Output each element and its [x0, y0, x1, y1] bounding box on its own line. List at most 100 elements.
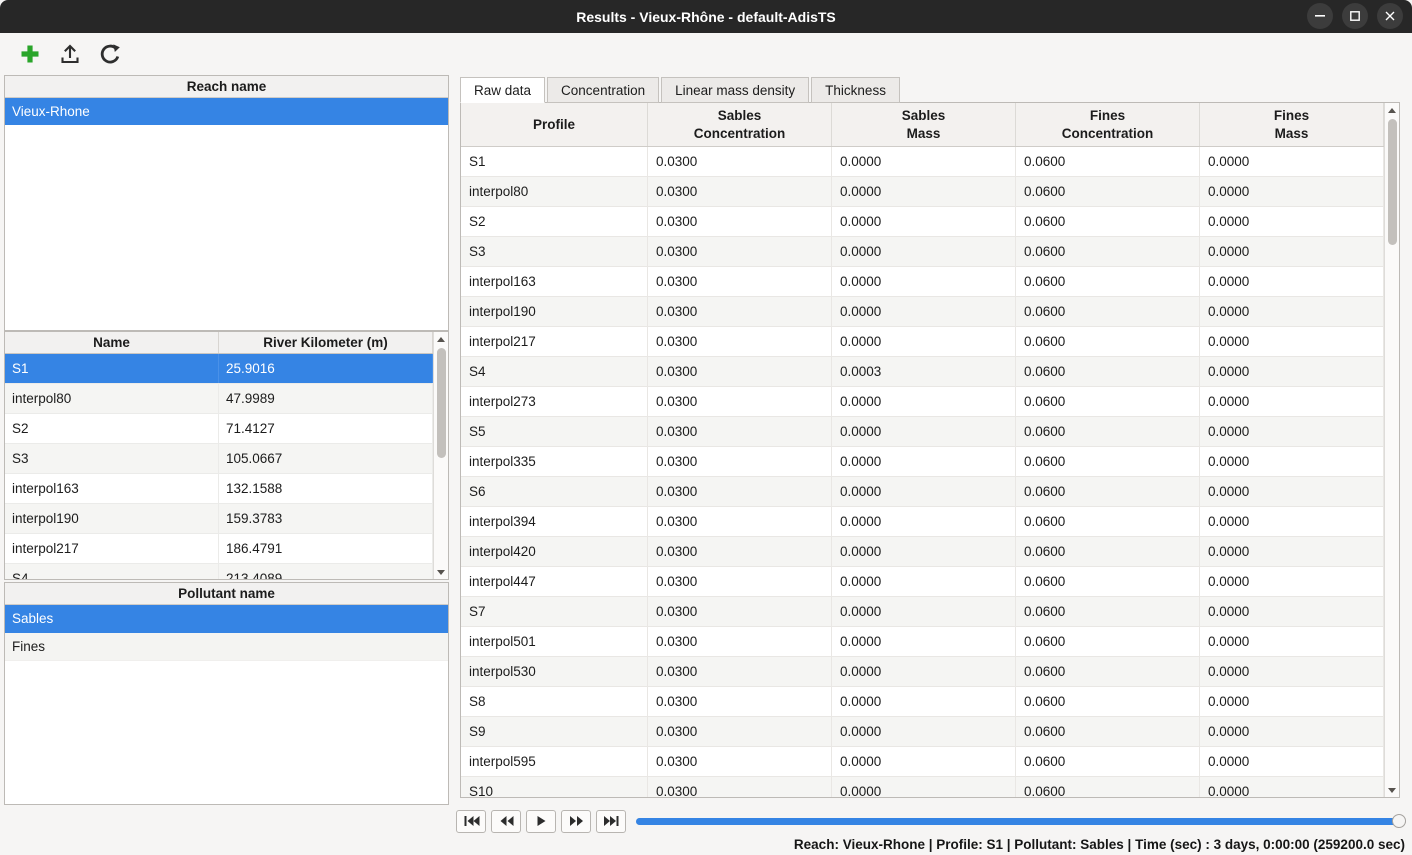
table-row[interactable]: S8 0.0300 0.0000 0.0600 0.0000 — [461, 687, 1384, 717]
profile-km-cell: 71.4127 — [219, 414, 433, 443]
fast-forward-button[interactable] — [561, 810, 591, 833]
fines-concentration-cell: 0.0600 — [1016, 447, 1200, 476]
column-header-sables-concentration[interactable]: Sables Concentration — [648, 103, 832, 146]
play-button[interactable] — [526, 810, 556, 833]
pollutant-list: Sables Fines — [5, 605, 448, 661]
minimize-button[interactable] — [1307, 3, 1333, 29]
table-row[interactable]: interpol217 0.0300 0.0000 0.0600 0.0000 — [461, 327, 1384, 357]
tab-label: Raw data — [474, 83, 531, 98]
table-row[interactable]: S1 0.0300 0.0000 0.0600 0.0000 — [461, 147, 1384, 177]
refresh-button[interactable] — [94, 38, 126, 70]
scroll-up-icon[interactable] — [434, 332, 449, 346]
sables-concentration-cell: 0.0300 — [648, 177, 832, 206]
sables-concentration-cell: 0.0300 — [648, 207, 832, 236]
sables-concentration-cell: 0.0300 — [648, 537, 832, 566]
profile-row[interactable]: interpol217 186.4791 — [5, 534, 433, 564]
profile-cell: S5 — [461, 417, 648, 446]
scrollbar-thumb[interactable] — [1388, 119, 1397, 245]
profile-row[interactable]: interpol163 132.1588 — [5, 474, 433, 504]
sables-mass-cell: 0.0000 — [832, 597, 1016, 626]
profiles-table-header: Name River Kilometer (m) — [5, 332, 448, 354]
export-button[interactable] — [54, 38, 86, 70]
table-row[interactable]: interpol530 0.0300 0.0000 0.0600 0.0000 — [461, 657, 1384, 687]
table-row[interactable]: interpol335 0.0300 0.0000 0.0600 0.0000 — [461, 447, 1384, 477]
rewind-button[interactable] — [491, 810, 521, 833]
data-table-scrollbar[interactable] — [1384, 103, 1399, 797]
fines-concentration-cell: 0.0600 — [1016, 597, 1200, 626]
profile-row[interactable]: interpol80 47.9989 — [5, 384, 433, 414]
reach-panel: Reach name Vieux-Rhone — [4, 75, 449, 331]
sables-mass-cell: 0.0000 — [832, 177, 1016, 206]
tab[interactable]: Linear mass density — [661, 77, 809, 103]
scrollbar-thumb[interactable] — [437, 348, 446, 458]
profile-cell: interpol217 — [461, 327, 648, 356]
table-row[interactable]: interpol595 0.0300 0.0000 0.0600 0.0000 — [461, 747, 1384, 777]
sables-mass-cell: 0.0000 — [832, 477, 1016, 506]
column-header-fines-mass[interactable]: Fines Mass — [1200, 103, 1384, 146]
close-button[interactable] — [1377, 3, 1403, 29]
scroll-up-icon[interactable] — [1385, 103, 1400, 117]
sables-mass-cell: 0.0000 — [832, 567, 1016, 596]
scrollbar-track[interactable] — [1385, 117, 1399, 783]
scroll-down-icon[interactable] — [434, 565, 449, 579]
table-row[interactable]: interpol501 0.0300 0.0000 0.0600 0.0000 — [461, 627, 1384, 657]
table-row[interactable]: interpol394 0.0300 0.0000 0.0600 0.0000 — [461, 507, 1384, 537]
add-button[interactable] — [14, 38, 46, 70]
table-row[interactable]: S6 0.0300 0.0000 0.0600 0.0000 — [461, 477, 1384, 507]
column-header-river-km[interactable]: River Kilometer (m) — [219, 332, 433, 353]
column-header-name[interactable]: Name — [5, 332, 219, 353]
table-row[interactable]: S4 0.0300 0.0003 0.0600 0.0000 — [461, 357, 1384, 387]
column-header-sables-mass[interactable]: Sables Mass — [832, 103, 1016, 146]
pollutant-list-item[interactable]: Sables — [5, 605, 448, 633]
fines-mass-cell: 0.0000 — [1200, 627, 1384, 656]
table-row[interactable]: S5 0.0300 0.0000 0.0600 0.0000 — [461, 417, 1384, 447]
skip-to-end-button[interactable] — [596, 810, 626, 833]
profile-row[interactable]: S2 71.4127 — [5, 414, 433, 444]
maximize-button[interactable] — [1342, 3, 1368, 29]
tab[interactable]: Thickness — [811, 77, 900, 103]
sables-mass-cell: 0.0000 — [832, 537, 1016, 566]
sables-concentration-cell: 0.0300 — [648, 327, 832, 356]
profile-cell: S8 — [461, 687, 648, 716]
column-header-fines-concentration[interactable]: Fines Concentration — [1016, 103, 1200, 146]
fines-concentration-cell: 0.0600 — [1016, 237, 1200, 266]
tab[interactable]: Concentration — [547, 77, 659, 103]
table-row[interactable]: S2 0.0300 0.0000 0.0600 0.0000 — [461, 207, 1384, 237]
tab-label: Concentration — [561, 83, 645, 98]
reach-list-item[interactable]: Vieux-Rhone — [5, 98, 448, 125]
table-row[interactable]: S9 0.0300 0.0000 0.0600 0.0000 — [461, 717, 1384, 747]
fines-concentration-cell: 0.0600 — [1016, 357, 1200, 386]
profile-cell: S6 — [461, 477, 648, 506]
table-row[interactable]: interpol190 0.0300 0.0000 0.0600 0.0000 — [461, 297, 1384, 327]
profiles-scrollbar[interactable] — [433, 332, 448, 579]
time-slider[interactable] — [636, 813, 1406, 829]
table-row[interactable]: S7 0.0300 0.0000 0.0600 0.0000 — [461, 597, 1384, 627]
reach-list: Vieux-Rhone — [5, 98, 448, 125]
profiles-table-body: S1 25.9016 interpol80 47.9989 S2 71.4127… — [5, 354, 433, 579]
skip-to-start-button[interactable] — [456, 810, 486, 833]
pollutant-list-item[interactable]: Fines — [5, 633, 448, 661]
tab[interactable]: Raw data — [460, 77, 545, 103]
scroll-down-icon[interactable] — [1385, 783, 1400, 797]
profile-row[interactable]: S3 105.0667 — [5, 444, 433, 474]
profile-row[interactable]: S1 25.9016 — [5, 354, 433, 384]
profile-km-cell: 213.4089 — [219, 564, 433, 579]
profile-cell: S4 — [461, 357, 648, 386]
table-row[interactable]: S3 0.0300 0.0000 0.0600 0.0000 — [461, 237, 1384, 267]
scrollbar-track[interactable] — [434, 346, 448, 565]
table-row[interactable]: interpol80 0.0300 0.0000 0.0600 0.0000 — [461, 177, 1384, 207]
window-title: Results - Vieux-Rhône - default-AdisTS — [576, 9, 836, 25]
column-header-profile[interactable]: Profile — [461, 103, 648, 146]
sables-concentration-cell: 0.0300 — [648, 237, 832, 266]
profile-row[interactable]: interpol190 159.3783 — [5, 504, 433, 534]
profile-row[interactable]: S4 213.4089 — [5, 564, 433, 579]
table-row[interactable]: interpol420 0.0300 0.0000 0.0600 0.0000 — [461, 537, 1384, 567]
table-row[interactable]: interpol447 0.0300 0.0000 0.0600 0.0000 — [461, 567, 1384, 597]
table-row[interactable]: interpol273 0.0300 0.0000 0.0600 0.0000 — [461, 387, 1384, 417]
fines-mass-cell: 0.0000 — [1200, 297, 1384, 326]
profile-name-cell: interpol163 — [5, 474, 219, 503]
table-row[interactable]: interpol163 0.0300 0.0000 0.0600 0.0000 — [461, 267, 1384, 297]
slider-handle[interactable] — [1392, 814, 1406, 828]
table-row[interactable]: S10 0.0300 0.0000 0.0600 0.0000 — [461, 777, 1384, 797]
titlebar[interactable]: Results - Vieux-Rhône - default-AdisTS — [0, 0, 1412, 33]
